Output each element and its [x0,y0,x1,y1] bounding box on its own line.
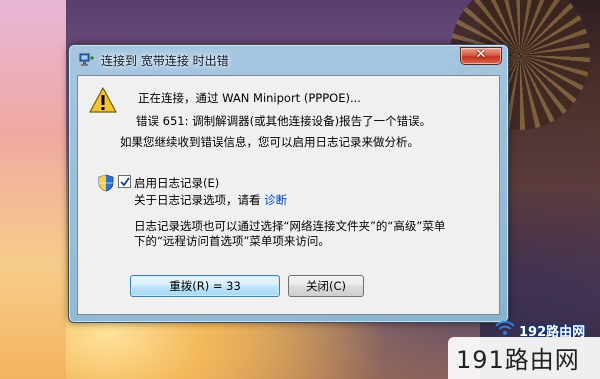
network-connection-icon [79,53,94,66]
error-message: 错误 651: 调制解调器(或其他连接设备)报告了一个错误。 [136,114,432,128]
wifi-icon [495,320,515,335]
diagnostics-link[interactable]: 诊断 [264,193,287,207]
watermark-main: 191路由网 [456,346,580,374]
logging-note: 日志记录选项也可以通过选择“网络连接文件夹”的“高级”菜单下的“远程访问首选项”… [134,219,446,248]
hint-message: 如果您继续收到错误信息，您可以启用日志记录来做分析。 [120,135,419,149]
enable-logging-label[interactable]: 启用日志记录(E) [134,175,219,191]
uac-shield-icon [98,174,114,192]
connecting-message: 正在连接，通过 WAN Miniport (PPPOE)... [138,91,361,105]
window-close-button[interactable]: ✕ [460,47,502,65]
warning-icon [89,87,117,113]
close-button[interactable]: 关闭(C) [288,275,364,297]
enable-logging-checkbox[interactable] [118,175,131,188]
logging-about-text: 关于日志记录选项，请看 [134,193,261,207]
retry-button[interactable]: 重拨(R) = 33 [130,275,280,297]
window-title: 连接到 宽带连接 时出错 [101,54,229,68]
desktop-wallpaper-left [0,0,66,379]
error-dialog: 连接到 宽带连接 时出错 ✕ 正在连接，通过 WAN Miniport (PPP… [68,44,509,323]
logging-about: 关于日志记录选项，请看 诊断 [134,192,287,208]
checkmark-icon [120,177,130,187]
close-icon: ✕ [475,47,487,62]
dialog-content: 正在连接，通过 WAN Miniport (PPPOE)... 错误 651: … [77,75,500,315]
title-bar[interactable]: 连接到 宽带连接 时出错 ✕ [69,45,508,75]
